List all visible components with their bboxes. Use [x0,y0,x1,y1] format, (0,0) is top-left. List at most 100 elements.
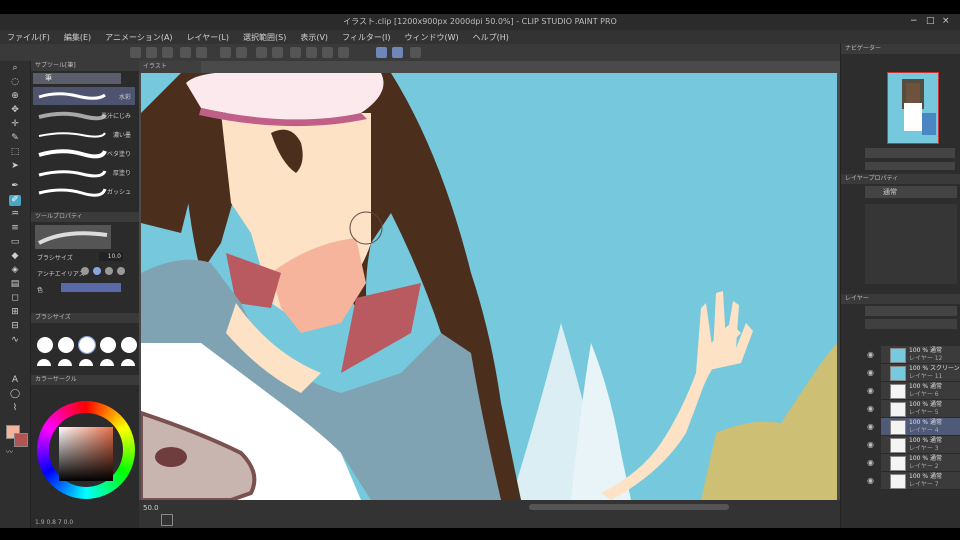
eye-icon[interactable]: ◉ [867,404,874,413]
crop-icon[interactable] [322,47,333,58]
fill-icon[interactable] [272,47,283,58]
snap-ruler-icon[interactable] [376,47,387,58]
brush-item[interactable]: ガッシュ [33,182,135,200]
anti-alias-option[interactable] [117,267,125,275]
size-preset[interactable] [121,359,135,366]
layer-row[interactable]: ◉ 100 % 通常 レイヤー 12 [867,346,960,364]
brush-item[interactable]: 水彩 [33,87,135,105]
fill-tool-icon[interactable]: ◈ [9,265,21,276]
layer-row[interactable]: ◉ 100 % 通常 レイヤー 6 [867,382,960,400]
pen-icon[interactable]: ✒ [9,181,21,192]
size-preset[interactable] [100,359,114,366]
menu-edit[interactable]: 編集(E) [57,32,98,43]
menu-filter[interactable]: フィルター(I) [335,32,397,43]
color-wheel[interactable] [37,401,135,499]
size-preset[interactable] [37,337,53,353]
brush-item[interactable]: 厚塗り [33,163,135,181]
anti-alias-option[interactable] [93,267,101,275]
size-preset[interactable] [121,337,137,353]
maximize-button[interactable]: □ [926,16,935,26]
anti-alias-option[interactable] [105,267,113,275]
layer-row[interactable]: ◉ 100 % 通常 レイヤー 5 [867,400,960,418]
correct-line-icon[interactable]: ∿ [9,335,21,346]
size-preset[interactable] [79,359,93,366]
size-preset[interactable] [58,359,72,366]
layer-toolbar[interactable] [865,319,957,329]
export-icon[interactable] [196,47,207,58]
blend-mode-select[interactable]: 通常 [865,186,957,198]
layer-blend-row[interactable] [865,306,957,316]
undo-icon[interactable] [220,47,231,58]
minimize-button[interactable]: − [910,16,918,26]
gradient-icon[interactable]: ▤ [9,279,21,290]
fit-icon[interactable] [161,514,173,526]
frame-icon[interactable]: ⊟ [9,321,21,332]
layer-row[interactable]: ◉ 100 % 通常 レイヤー 2 [867,454,960,472]
menu-animation[interactable]: アニメーション(A) [98,32,179,43]
cloud-icon[interactable] [180,47,191,58]
anti-alias-option[interactable] [81,267,89,275]
eye-icon[interactable]: ◉ [867,422,874,431]
brush-item[interactable]: 濃い墨 [33,125,135,143]
brush-item[interactable]: ベタ塗り [33,144,135,162]
deselect-icon[interactable] [306,47,317,58]
document-tab[interactable]: イラスト [139,61,201,73]
ruler-icon[interactable]: ⊞ [9,307,21,318]
menu-layer[interactable]: レイヤー(L) [180,32,236,43]
clear-icon[interactable] [256,47,267,58]
brush-icon[interactable]: ✐ [9,195,21,206]
drawing-canvas[interactable] [141,73,837,500]
eyedropper-icon[interactable]: ✎ [9,133,21,144]
eye-icon[interactable]: ◉ [867,476,874,485]
layer-row[interactable]: ◉ 100 % 通常 レイヤー 3 [867,436,960,454]
snap-grid-icon[interactable] [410,47,421,58]
lasso-icon[interactable]: ◌ [9,77,21,88]
eye-icon[interactable]: ◉ [867,440,874,449]
size-preset[interactable] [78,336,96,354]
zoom-icon[interactable]: ⊕ [9,91,21,102]
figure-icon[interactable]: ◻ [9,293,21,304]
navigator-thumbnail[interactable] [887,72,939,144]
decoration-icon[interactable]: ≡ [9,223,21,234]
size-preset[interactable] [58,337,74,353]
airbrush-icon[interactable]: ♒ [9,209,21,220]
navigator-controls[interactable] [865,148,955,158]
menu-selection[interactable]: 選択範囲(S) [236,32,293,43]
balloon-icon[interactable]: ◯ [9,389,21,400]
move-icon[interactable]: ✛ [9,119,21,130]
redo-icon[interactable] [236,47,247,58]
magnifier-icon[interactable]: ⌕ [9,63,21,74]
blend-icon[interactable]: ◆ [9,251,21,262]
horizontal-scrollbar[interactable] [529,504,729,510]
brush-size-value[interactable]: 10.0 [99,252,123,261]
eraser-icon[interactable]: ▭ [9,237,21,248]
eye-icon[interactable]: ◉ [867,350,874,359]
vector-icon[interactable]: ⌇ [9,403,21,414]
close-button[interactable]: × [942,16,950,26]
menu-file[interactable]: ファイル(F) [0,32,57,43]
eye-icon[interactable]: ◉ [867,386,874,395]
layer-row[interactable]: ◉ 100 % スクリーン レイヤー 11 [867,364,960,382]
operation-icon[interactable]: ➤ [9,161,21,172]
menu-help[interactable]: ヘルプ(H) [466,32,516,43]
transform-icon[interactable] [290,47,301,58]
new-file-icon[interactable] [130,47,141,58]
subtool-group-tab[interactable]: 筆 [33,73,121,84]
text-icon[interactable]: A [9,375,21,386]
size-preset[interactable] [100,337,116,353]
open-icon[interactable] [146,47,157,58]
navigator-rotate-controls[interactable] [865,162,955,170]
color-option-bar[interactable] [61,283,121,292]
size-preset[interactable] [37,359,51,366]
menu-window[interactable]: ウィンドウ(W) [398,32,466,43]
eye-icon[interactable]: ◉ [867,458,874,467]
select-icon[interactable]: ⬚ [9,147,21,158]
invert-selection-icon[interactable] [338,47,349,58]
save-icon[interactable] [162,47,173,58]
layer-row-selected[interactable]: ◉ 100 % 通常 レイヤー 4 [867,418,960,436]
menu-view[interactable]: 表示(V) [293,32,335,43]
layer-row[interactable]: ◉ 100 % 通常 レイヤー 7 [867,472,960,490]
brush-item[interactable]: 墨汁にじみ [33,106,135,124]
snap-special-ruler-icon[interactable] [392,47,403,58]
eye-icon[interactable]: ◉ [867,368,874,377]
